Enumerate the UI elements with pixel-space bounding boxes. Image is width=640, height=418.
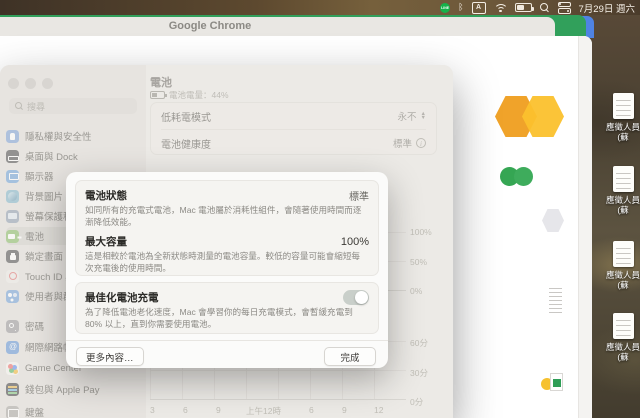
document-icon[interactable] <box>613 241 634 267</box>
document-icon[interactable] <box>613 166 634 192</box>
file-label: 應徵人員 <box>606 270 640 280</box>
desktop-file[interactable]: 應徵人員(蘇 <box>600 166 640 215</box>
document-icon[interactable] <box>613 313 634 339</box>
document-icon[interactable] <box>613 93 634 119</box>
spreadsheet-icon <box>550 373 563 391</box>
control-center-icon[interactable] <box>558 2 571 14</box>
desktop-file[interactable]: 應徵人員(蘇 <box>600 313 640 362</box>
section-title: 最大容量 <box>85 234 127 249</box>
wifi-icon[interactable] <box>494 3 507 13</box>
page-text-fragment <box>549 288 562 315</box>
section-body: 這是相較於電池為全新狀態時測量的電池容量。較低的容量可能會縮短每次充電後的使用時… <box>85 251 363 274</box>
file-label: 應徵人員 <box>606 122 640 132</box>
spotlight-icon[interactable] <box>540 3 550 13</box>
dialog-card: 電池狀態 標準 如同所有的充電式電池，Mac 電池屬於消耗性組件，會隨著使用時間… <box>75 180 379 276</box>
file-label: 應徵人員 <box>606 342 640 352</box>
input-source-icon[interactable]: A <box>472 2 486 14</box>
file-label: 應徵人員 <box>606 195 640 205</box>
done-button[interactable]: 完成 <box>324 347 376 366</box>
battery-health-dialog: 電池狀態 標準 如同所有的充電式電池，Mac 電池屬於消耗性組件，會隨著使用時間… <box>66 172 388 368</box>
battery-status-icon[interactable] <box>515 3 532 12</box>
battery-condition-value: 標準 <box>349 188 369 203</box>
menu-bar: LINE ᛒ A 7月29日 週六 <box>0 0 640 15</box>
more-info-button[interactable]: 更多內容… <box>76 347 144 366</box>
page-scroll-gutter[interactable] <box>578 36 592 418</box>
section-body: 為了降低電池老化速度，Mac 會學習你的每日充電模式，會暫緩充電到 80% 以上… <box>85 307 363 330</box>
max-capacity-value: 100% <box>341 236 369 248</box>
desktop-file[interactable]: 應徵人員(蘇 <box>600 93 640 142</box>
line-app-icon[interactable]: LINE <box>440 3 450 13</box>
optimized-charging-toggle[interactable] <box>343 290 369 305</box>
divider <box>66 340 388 341</box>
section-title: 電池狀態 <box>85 188 127 203</box>
bluetooth-icon[interactable]: ᛒ <box>458 3 463 12</box>
dialog-card: 最佳化電池充電 為了降低電池老化速度，Mac 會學習你的每日充電模式，會暫緩充電… <box>75 282 379 334</box>
chrome-window-title: Google Chrome <box>169 20 252 32</box>
screen: 應徵人員(蘇 應徵人員(蘇 應徵人員(蘇 應徵人員(蘇 Google Chrom… <box>0 0 640 418</box>
section-body: 如同所有的充電式電池，Mac 電池屬於消耗性組件，會隨著使用時間而逐漸降低效能。 <box>85 205 363 228</box>
section-title: 最佳化電池充電 <box>85 290 159 305</box>
menu-bar-clock[interactable]: 7月29日 週六 <box>579 1 636 15</box>
chrome-titlebar: Google Chrome <box>0 17 555 36</box>
desktop-file[interactable]: 應徵人員(蘇 <box>600 241 640 290</box>
green-dot-logo <box>514 167 533 186</box>
